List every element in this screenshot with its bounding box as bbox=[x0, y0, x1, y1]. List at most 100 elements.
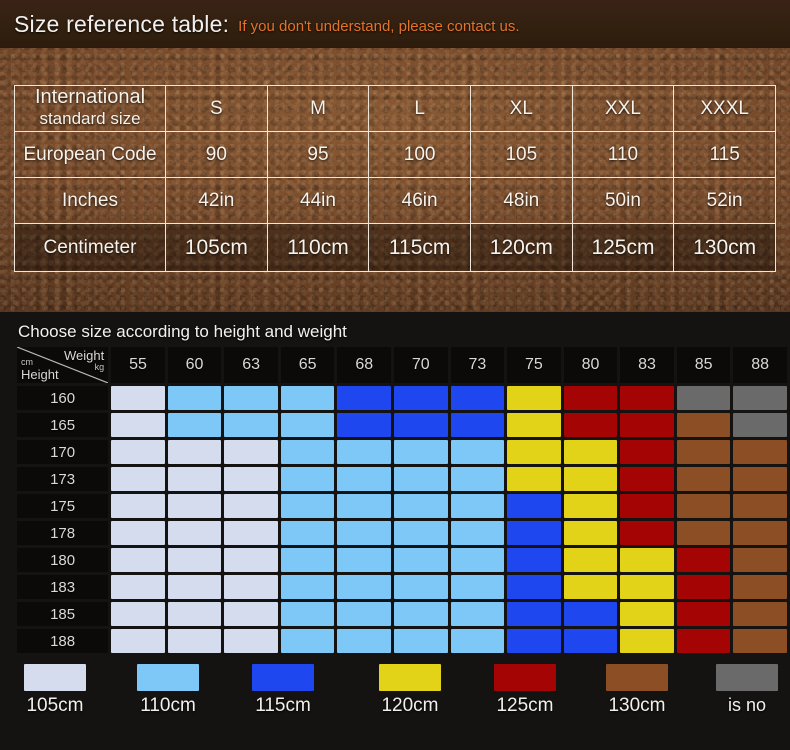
size-reference-table: International standard size S M L XL XXL… bbox=[14, 85, 776, 272]
table-cell: 46in bbox=[369, 178, 471, 224]
table-cell: XXXL bbox=[674, 86, 776, 132]
table-cell: 120cm bbox=[470, 224, 572, 272]
height-header-173: 173 bbox=[17, 467, 108, 491]
row-header-european-code: European Code bbox=[15, 132, 166, 178]
matrix-cell-183-88 bbox=[733, 575, 787, 599]
matrix-cell-170-55 bbox=[111, 440, 165, 464]
height-axis-label: cmHeight bbox=[21, 358, 59, 382]
matrix-cell-185-73 bbox=[451, 602, 505, 626]
matrix-cell-173-55 bbox=[111, 467, 165, 491]
matrix-cell-185-55 bbox=[111, 602, 165, 626]
weight-header-73: 73 bbox=[451, 347, 505, 383]
weight-axis-label: Weightkg bbox=[64, 348, 104, 372]
matrix-row: 170 bbox=[17, 440, 787, 464]
height-header-180: 180 bbox=[17, 548, 108, 572]
matrix-cell-173-65 bbox=[281, 467, 335, 491]
weight-header-80: 80 bbox=[564, 347, 618, 383]
matrix-cell-180-68 bbox=[337, 548, 391, 572]
height-header-165: 165 bbox=[17, 413, 108, 437]
matrix-cell-160-80 bbox=[564, 386, 618, 410]
matrix-cell-165-65 bbox=[281, 413, 335, 437]
matrix-cell-173-75 bbox=[507, 467, 561, 491]
matrix-corner-cell: WeightkgcmHeight bbox=[17, 347, 108, 383]
table-cell: XXL bbox=[572, 86, 674, 132]
table-row: European Code 90 95 100 105 110 115 bbox=[15, 132, 776, 178]
matrix-cell-188-55 bbox=[111, 629, 165, 653]
matrix-cell-160-83 bbox=[620, 386, 674, 410]
matrix-row: 165 bbox=[17, 413, 787, 437]
table-row: International standard size S M L XL XXL… bbox=[15, 86, 776, 132]
matrix-cell-183-68 bbox=[337, 575, 391, 599]
matrix-cell-170-65 bbox=[281, 440, 335, 464]
height-header-183: 183 bbox=[17, 575, 108, 599]
row-header-centimeter: Centimeter bbox=[15, 224, 166, 272]
matrix-cell-175-60 bbox=[168, 494, 222, 518]
section-title: Choose size according to height and weig… bbox=[18, 322, 347, 342]
legend-label: 115cm bbox=[248, 695, 318, 717]
matrix-cell-175-73 bbox=[451, 494, 505, 518]
weight-header-55: 55 bbox=[111, 347, 165, 383]
legend-item-110cm: 110cm bbox=[133, 664, 243, 717]
weight-header-63: 63 bbox=[224, 347, 278, 383]
matrix-row: 160 bbox=[17, 386, 787, 410]
matrix-cell-160-60 bbox=[168, 386, 222, 410]
matrix-row: 175 bbox=[17, 494, 787, 518]
legend-label: 110cm bbox=[133, 695, 203, 717]
matrix-cell-183-80 bbox=[564, 575, 618, 599]
matrix-body: WeightkgcmHeight556063656870737580838588… bbox=[17, 347, 787, 653]
matrix-cell-175-70 bbox=[394, 494, 448, 518]
matrix-cell-165-75 bbox=[507, 413, 561, 437]
matrix-cell-185-60 bbox=[168, 602, 222, 626]
matrix-cell-183-55 bbox=[111, 575, 165, 599]
matrix-cell-188-60 bbox=[168, 629, 222, 653]
matrix-row: 185 bbox=[17, 602, 787, 626]
table-cell: 110cm bbox=[267, 224, 369, 272]
table-cell: 115 bbox=[674, 132, 776, 178]
matrix-cell-175-68 bbox=[337, 494, 391, 518]
matrix-cell-165-70 bbox=[394, 413, 448, 437]
legend-swatch bbox=[716, 664, 778, 691]
matrix-cell-180-55 bbox=[111, 548, 165, 572]
label-line-1: International bbox=[35, 86, 145, 108]
matrix-cell-185-88 bbox=[733, 602, 787, 626]
matrix-cell-165-85 bbox=[677, 413, 731, 437]
matrix-cell-160-73 bbox=[451, 386, 505, 410]
matrix-cell-175-75 bbox=[507, 494, 561, 518]
matrix-cell-175-85 bbox=[677, 494, 731, 518]
matrix-cell-173-88 bbox=[733, 467, 787, 491]
matrix-cell-185-68 bbox=[337, 602, 391, 626]
matrix-cell-173-60 bbox=[168, 467, 222, 491]
legend: 105cm110cm115cm120cm125cm130cmis no bbox=[0, 664, 790, 744]
table-cell: 44in bbox=[267, 178, 369, 224]
row-header-inches: Inches bbox=[15, 178, 166, 224]
matrix-cell-178-65 bbox=[281, 521, 335, 545]
matrix-cell-178-73 bbox=[451, 521, 505, 545]
table-row: Inches 42in 44in 46in 48in 50in 52in bbox=[15, 178, 776, 224]
table-cell: 90 bbox=[166, 132, 268, 178]
size-chart-page: Size reference table: If you don't under… bbox=[0, 0, 790, 750]
matrix-cell-178-85 bbox=[677, 521, 731, 545]
table-cell: 105 bbox=[470, 132, 572, 178]
table-cell: L bbox=[369, 86, 471, 132]
matrix-cell-180-80 bbox=[564, 548, 618, 572]
matrix-row: 178 bbox=[17, 521, 787, 545]
matrix-header-row: WeightkgcmHeight556063656870737580838588 bbox=[17, 347, 787, 383]
table-cell: XL bbox=[470, 86, 572, 132]
matrix-cell-178-68 bbox=[337, 521, 391, 545]
matrix-row: 173 bbox=[17, 467, 787, 491]
matrix-cell-188-70 bbox=[394, 629, 448, 653]
height-weight-matrix: WeightkgcmHeight556063656870737580838588… bbox=[14, 344, 790, 656]
matrix-row: 188 bbox=[17, 629, 787, 653]
legend-swatch bbox=[137, 664, 199, 691]
matrix-cell-173-83 bbox=[620, 467, 674, 491]
matrix-cell-180-85 bbox=[677, 548, 731, 572]
table-cell: 125cm bbox=[572, 224, 674, 272]
matrix-cell-185-83 bbox=[620, 602, 674, 626]
matrix-cell-165-80 bbox=[564, 413, 618, 437]
matrix-cell-160-88 bbox=[733, 386, 787, 410]
table-cell: 52in bbox=[674, 178, 776, 224]
weight-header-65: 65 bbox=[281, 347, 335, 383]
table-cell: 50in bbox=[572, 178, 674, 224]
matrix-cell-180-60 bbox=[168, 548, 222, 572]
matrix-cell-185-65 bbox=[281, 602, 335, 626]
